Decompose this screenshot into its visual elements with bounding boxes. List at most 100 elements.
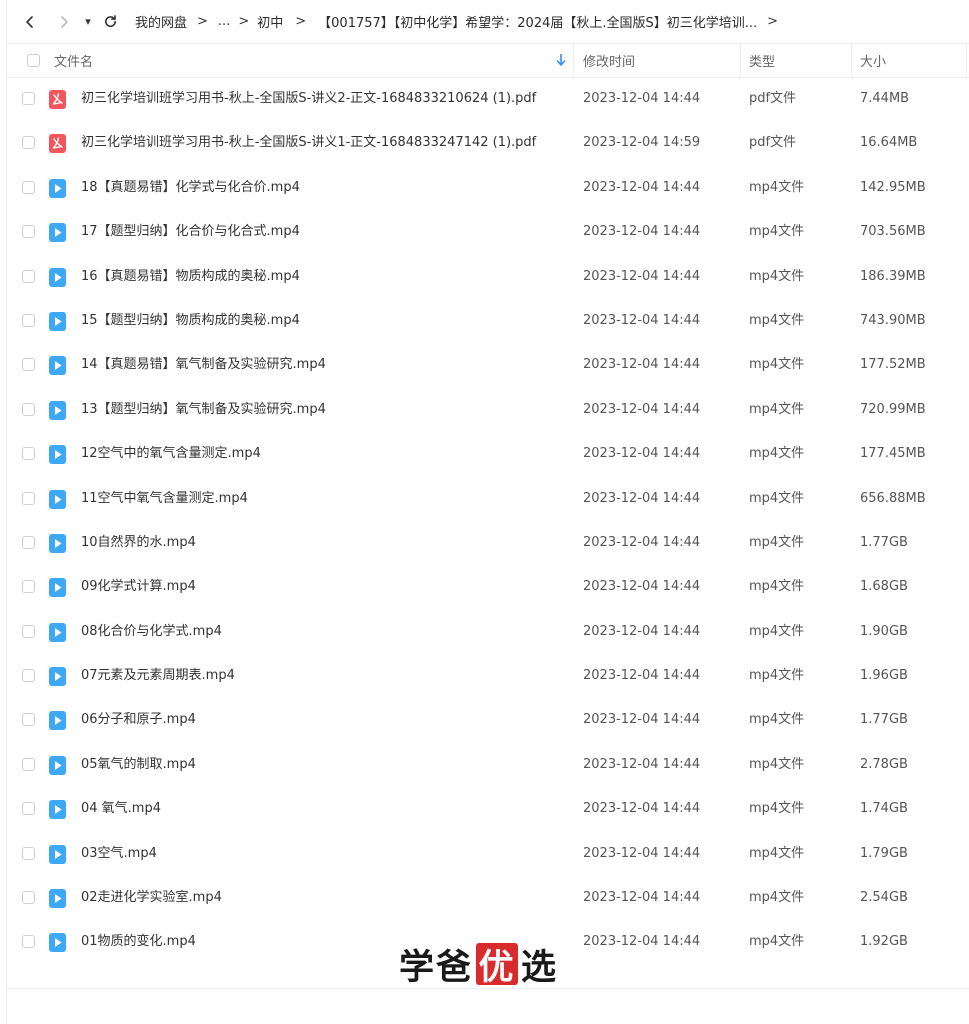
table-row[interactable]: 13【题型归纳】氧气制备及实验研究.mp4 2023-12-04 14:44 mp4…: [7, 388, 969, 432]
row-checkbox[interactable]: [22, 891, 35, 905]
file-name[interactable]: 初三化学培训班学习用书-秋上-全国版S-讲义2-正文-1684833210624…: [81, 77, 536, 121]
select-all-checkbox[interactable]: [27, 54, 40, 67]
breadcrumb-item-ellipsis[interactable]: ...: [218, 14, 230, 29]
row-checkbox[interactable]: [22, 358, 35, 372]
file-size: 1.77GB: [860, 534, 908, 550]
file-name[interactable]: 05氧气的制取.mp4: [81, 743, 196, 787]
column-divider[interactable]: [740, 44, 741, 77]
table-row[interactable]: 09化学式计算.mp4 2023-12-04 14:44 mp4文件 1.68GB: [7, 565, 969, 609]
refresh-button[interactable]: [97, 7, 123, 37]
row-checkbox[interactable]: [22, 180, 35, 194]
pdf-file-icon: [49, 134, 66, 154]
file-name[interactable]: 09化学式计算.mp4: [81, 565, 196, 609]
table-row[interactable]: 02走进化学实验室.mp4 2023-12-04 14:44 mp4文件 2.54GB: [7, 876, 969, 920]
file-manager-window: ▾ 我的网盘 > ... > 初中 > 【001757】【初中化学】希望学：20…: [6, 0, 969, 1024]
table-row[interactable]: 04 氧气.mp4 2023-12-04 14:44 mp4文件 1.74GB: [7, 787, 969, 831]
row-checkbox[interactable]: [22, 802, 35, 816]
table-row[interactable]: 06分子和原子.mp4 2023-12-04 14:44 mp4文件 1.77GB: [7, 698, 969, 742]
row-checkbox[interactable]: [22, 491, 35, 505]
row-checkbox[interactable]: [22, 447, 35, 461]
file-name[interactable]: 07元素及元素周期表.mp4: [81, 654, 235, 698]
file-modified-time: 2023-12-04 14:44: [583, 224, 701, 240]
file-name[interactable]: 04 氧气.mp4: [81, 787, 161, 831]
file-name[interactable]: 14【真题易错】氧气制备及实验研究.mp4: [81, 343, 326, 387]
file-modified-time: 2023-12-04 14:44: [583, 890, 701, 906]
table-row[interactable]: 05氧气的制取.mp4 2023-12-04 14:44 mp4文件 2.78GB: [7, 743, 969, 787]
file-name[interactable]: 11空气中氧气含量测定.mp4: [81, 477, 248, 521]
breadcrumb-item-my-drive[interactable]: 我的网盘: [135, 12, 187, 31]
table-row[interactable]: 10自然界的水.mp4 2023-12-04 14:44 mp4文件 1.77GB: [7, 521, 969, 565]
table-row[interactable]: 17【题型归纳】化合价与化合式.mp4 2023-12-04 14:44 mp4文件…: [7, 210, 969, 254]
column-divider[interactable]: [573, 44, 574, 77]
breadcrumb-separator: >: [295, 14, 307, 29]
breadcrumb-separator: >: [238, 14, 250, 29]
file-name[interactable]: 16【真题易错】物质构成的奥秘.mp4: [81, 255, 300, 299]
file-size: 142.95MB: [860, 179, 926, 195]
table-row[interactable]: 15【题型归纳】物质构成的奥秘.mp4 2023-12-04 14:44 mp4文件…: [7, 299, 969, 343]
row-checkbox[interactable]: [22, 136, 35, 150]
file-name[interactable]: 02走进化学实验室.mp4: [81, 876, 222, 920]
row-checkbox[interactable]: [22, 935, 35, 949]
table-row[interactable]: 03空气.mp4 2023-12-04 14:44 mp4文件 1.79GB: [7, 832, 969, 876]
breadcrumb-item-junior[interactable]: 初中: [257, 12, 283, 31]
column-header-name[interactable]: 文件名: [54, 44, 574, 77]
breadcrumb: 我的网盘 > ... > 初中 > 【001757】【初中化学】希望学：2024…: [135, 12, 788, 31]
history-dropdown[interactable]: ▾: [79, 7, 97, 37]
file-name[interactable]: 10自然界的水.mp4: [81, 521, 196, 565]
row-checkbox[interactable]: [22, 757, 35, 771]
column-header-size[interactable]: 大小: [860, 44, 886, 77]
column-header-time[interactable]: 修改时间: [583, 44, 635, 77]
file-modified-time: 2023-12-04 14:44: [583, 268, 701, 284]
file-name[interactable]: 08化合价与化学式.mp4: [81, 610, 222, 654]
row-checkbox[interactable]: [22, 225, 35, 239]
file-name[interactable]: 15【题型归纳】物质构成的奥秘.mp4: [81, 299, 300, 343]
column-header-type[interactable]: 类型: [749, 44, 775, 77]
row-checkbox[interactable]: [22, 313, 35, 327]
watermark-text: 选: [521, 946, 559, 988]
row-checkbox[interactable]: [22, 669, 35, 683]
table-row[interactable]: 14【真题易错】氧气制备及实验研究.mp4 2023-12-04 14:44 mp4…: [7, 343, 969, 387]
table-row[interactable]: 12空气中的氧气含量测定.mp4 2023-12-04 14:44 mp4文件 177…: [7, 432, 969, 476]
file-type: mp4文件: [749, 446, 805, 462]
row-checkbox[interactable]: [22, 92, 35, 105]
file-name[interactable]: 18【真题易错】化学式与化合价.mp4: [81, 166, 300, 210]
file-name[interactable]: 初三化学培训班学习用书-秋上-全国版S-讲义1-正文-1684833247142…: [81, 121, 536, 165]
row-checkbox[interactable]: [22, 713, 35, 727]
row-checkbox[interactable]: [22, 580, 35, 594]
file-modified-time: 2023-12-04 14:44: [583, 490, 701, 506]
sort-descending-icon[interactable]: [556, 53, 566, 67]
table-row[interactable]: 初三化学培训班学习用书-秋上-全国版S-讲义2-正文-1684833210624…: [7, 77, 969, 121]
file-name[interactable]: 06分子和原子.mp4: [81, 698, 196, 742]
file-name[interactable]: 17【题型归纳】化合价与化合式.mp4: [81, 210, 300, 254]
video-file-icon: [49, 356, 66, 376]
table-row[interactable]: 初三化学培训班学习用书-秋上-全国版S-讲义1-正文-1684833247142…: [7, 121, 969, 165]
video-file-icon: [49, 844, 66, 864]
row-checkbox[interactable]: [22, 846, 35, 860]
file-name[interactable]: 13【题型归纳】氧气制备及实验研究.mp4: [81, 388, 326, 432]
file-name[interactable]: 01物质的变化.mp4: [81, 920, 196, 964]
caret-down-icon: ▾: [85, 15, 91, 28]
table-row[interactable]: 08化合价与化学式.mp4 2023-12-04 14:44 mp4文件 1.90GB: [7, 610, 969, 654]
column-divider[interactable]: [851, 44, 852, 77]
file-modified-time: 2023-12-04 14:44: [583, 579, 701, 595]
file-type: mp4文件: [749, 623, 805, 639]
column-divider[interactable]: [966, 44, 967, 77]
file-name[interactable]: 03空气.mp4: [81, 832, 157, 876]
file-type: mp4文件: [749, 534, 805, 550]
row-checkbox[interactable]: [22, 624, 35, 638]
breadcrumb-item-current-folder[interactable]: 【001757】【初中化学】希望学：2024届【秋上.全国版S】初三化学培训..…: [318, 12, 757, 31]
table-row[interactable]: 16【真题易错】物质构成的奥秘.mp4 2023-12-04 14:44 mp4文件…: [7, 255, 969, 299]
table-row[interactable]: 11空气中氧气含量测定.mp4 2023-12-04 14:44 mp4文件 656.…: [7, 477, 969, 521]
row-checkbox[interactable]: [22, 402, 35, 416]
table-row[interactable]: 18【真题易错】化学式与化合价.mp4 2023-12-04 14:44 mp4文件…: [7, 166, 969, 210]
video-file-icon: [49, 711, 66, 731]
forward-button[interactable]: [49, 7, 79, 37]
table-row[interactable]: 07元素及元素周期表.mp4 2023-12-04 14:44 mp4文件 1.96G…: [7, 654, 969, 698]
row-checkbox[interactable]: [22, 269, 35, 283]
breadcrumb-separator: >: [767, 14, 779, 29]
column-header-time-label: 修改时间: [583, 55, 636, 70]
back-button[interactable]: [15, 7, 45, 37]
row-checkbox[interactable]: [22, 535, 35, 549]
file-size: 186.39MB: [860, 268, 926, 284]
file-name[interactable]: 12空气中的氧气含量测定.mp4: [81, 432, 261, 476]
